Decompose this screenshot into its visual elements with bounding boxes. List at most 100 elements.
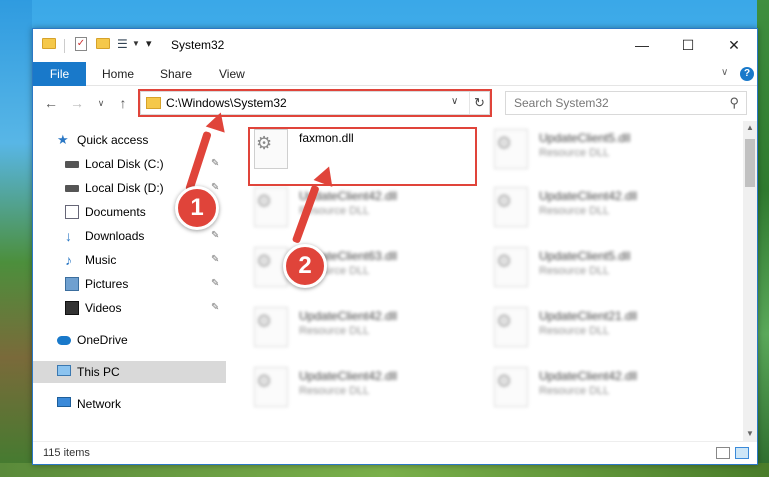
sidebar-item-pictures[interactable]: Pictures ✎	[33, 273, 226, 295]
downloads-icon: ↓	[65, 228, 72, 244]
file-item[interactable]: ⚙ UpdateClient63.dll Resource DLL	[246, 239, 481, 295]
pin-icon[interactable]: ✎	[211, 302, 219, 313]
file-type: Resource DLL	[539, 385, 610, 397]
pin-icon[interactable]: ✎	[211, 254, 219, 265]
file-item[interactable]: ⚙ UpdateClient42.dll Resource DLL	[486, 179, 721, 235]
pin-icon[interactable]: ✎	[211, 278, 219, 289]
scrollbar-thumb[interactable]	[745, 139, 755, 187]
folder-icon	[42, 38, 56, 49]
pin-icon[interactable]: ✎	[211, 230, 219, 241]
sidebar-item-label: Documents	[85, 205, 146, 219]
sidebar-item-label: This PC	[77, 365, 120, 379]
desktop-background-left	[0, 0, 32, 477]
recent-locations-chevron-icon[interactable]: ∨	[91, 92, 111, 114]
gear-icon: ⚙	[496, 371, 513, 391]
address-highlight-box	[138, 89, 492, 117]
desktop-background-right	[757, 0, 769, 477]
gear-icon: ⚙	[496, 311, 513, 331]
scroll-down-icon[interactable]: ▼	[743, 427, 757, 441]
sidebar-item-onedrive[interactable]: OneDrive	[33, 329, 226, 351]
file-name: UpdateClient5.dll	[539, 131, 631, 145]
navigation-bar: ← → ∨ ↑ C:\Windows\System32 ∨ ↻ Search S…	[33, 87, 757, 119]
gear-icon: ⚙	[256, 191, 273, 211]
music-icon: ♪	[65, 252, 72, 268]
sidebar-item-label: Local Disk (D:)	[85, 181, 164, 195]
up-arrow-icon[interactable]: ↑	[113, 92, 133, 114]
search-input[interactable]: Search System32	[514, 96, 609, 110]
customize-icon[interactable]: ☰	[117, 38, 131, 50]
back-arrow-icon[interactable]: ←	[41, 92, 61, 114]
maximize-button[interactable]: ☐	[665, 29, 711, 62]
tab-share[interactable]: Share	[160, 62, 192, 86]
sidebar-item-label: Pictures	[85, 277, 129, 291]
file-name: UpdateClient42.dll	[539, 189, 638, 203]
close-button[interactable]: ✕	[711, 29, 757, 62]
file-type: Resource DLL	[539, 205, 610, 217]
sidebar-item-label: Videos	[85, 301, 122, 315]
tab-view[interactable]: View	[219, 62, 245, 86]
star-icon: ★	[57, 132, 69, 147]
sidebar-item-network[interactable]: Network	[33, 393, 226, 415]
file-highlight-box	[248, 127, 477, 186]
vertical-scrollbar[interactable]: ▲ ▼	[743, 121, 757, 441]
pin-icon[interactable]: ✎	[211, 158, 219, 169]
desktop-background-bottom	[0, 463, 769, 477]
file-item[interactable]: ⚙ UpdateClient42.dll Resource DLL	[246, 179, 481, 235]
item-count: 115 items	[43, 447, 90, 459]
details-view-icon[interactable]	[716, 447, 730, 459]
step-badge-2: 2	[283, 244, 327, 288]
file-item[interactable]: ⚙ UpdateClient21.dll Resource DLL	[486, 299, 721, 355]
sidebar-item-label: Downloads	[85, 229, 145, 243]
tab-file[interactable]: File	[33, 62, 86, 86]
properties-check-icon[interactable]: ✓	[75, 37, 87, 51]
drive-icon	[65, 161, 79, 168]
file-type: Resource DLL	[539, 325, 610, 337]
gear-icon: ⚙	[496, 251, 513, 271]
help-icon[interactable]: ?	[740, 67, 754, 81]
gear-icon: ⚙	[496, 133, 513, 153]
documents-icon	[65, 205, 79, 219]
large-icons-view-icon[interactable]	[735, 447, 749, 459]
file-item[interactable]: ⚙ UpdateClient42.dll Resource DLL	[246, 359, 481, 415]
gear-icon: ⚙	[256, 311, 273, 331]
gear-icon: ⚙	[256, 251, 273, 271]
file-item[interactable]: ⚙ UpdateClient42.dll Resource DLL	[486, 359, 721, 415]
search-box[interactable]: Search System32 ⚲	[505, 91, 747, 115]
file-type: Resource DLL	[539, 265, 610, 277]
new-folder-icon[interactable]	[96, 38, 110, 49]
minimize-button[interactable]: —	[619, 29, 665, 62]
file-explorer-window: ✓ ☰ ▼ ▾ System32 — ☐ ✕ File Home Share V…	[32, 28, 758, 465]
sidebar-item-label: OneDrive	[77, 333, 128, 347]
file-item[interactable]: ⚙ UpdateClient42.dll Resource DLL	[246, 299, 481, 355]
quick-access-toolbar-arrow-icon[interactable]: ▾	[146, 37, 152, 50]
drive-icon	[65, 185, 79, 192]
file-type: Resource DLL	[299, 385, 370, 397]
sidebar-item-this-pc[interactable]: This PC	[33, 361, 226, 383]
file-name: UpdateClient42.dll	[539, 369, 638, 383]
sidebar-item-label: Music	[85, 253, 117, 267]
file-item[interactable]: ⚙ UpdateClient5.dll Resource DLL	[486, 121, 721, 177]
sidebar-item-quick-access[interactable]: ★ Quick access	[33, 129, 226, 151]
sidebar-item-label: Quick access	[77, 133, 149, 147]
tab-home[interactable]: Home	[102, 62, 134, 86]
scroll-up-icon[interactable]: ▲	[743, 121, 757, 135]
sidebar-item-label: Local Disk (C:)	[85, 157, 164, 171]
quick-access-separator	[64, 39, 65, 53]
network-icon	[57, 397, 71, 407]
customize-dropdown-icon[interactable]: ▼	[132, 39, 140, 48]
file-name: UpdateClient5.dll	[539, 249, 631, 263]
sidebar-item-music[interactable]: ♪ Music ✎	[33, 249, 226, 271]
step-badge-1: 1	[175, 186, 219, 230]
window-title: System32	[171, 38, 225, 52]
forward-arrow-icon[interactable]: →	[67, 92, 87, 114]
onedrive-icon	[57, 336, 71, 345]
sidebar-item-label: Network	[77, 397, 122, 411]
expand-ribbon-chevron-icon[interactable]: ∨	[721, 67, 728, 78]
file-type: Resource DLL	[299, 325, 370, 337]
file-item[interactable]: ⚙ UpdateClient5.dll Resource DLL	[486, 239, 721, 295]
file-name: UpdateClient42.dll	[299, 369, 398, 383]
search-icon[interactable]: ⚲	[729, 95, 739, 111]
sidebar-item-videos[interactable]: Videos ✎	[33, 297, 226, 319]
file-name: UpdateClient21.dll	[539, 309, 638, 323]
videos-icon	[65, 301, 79, 315]
